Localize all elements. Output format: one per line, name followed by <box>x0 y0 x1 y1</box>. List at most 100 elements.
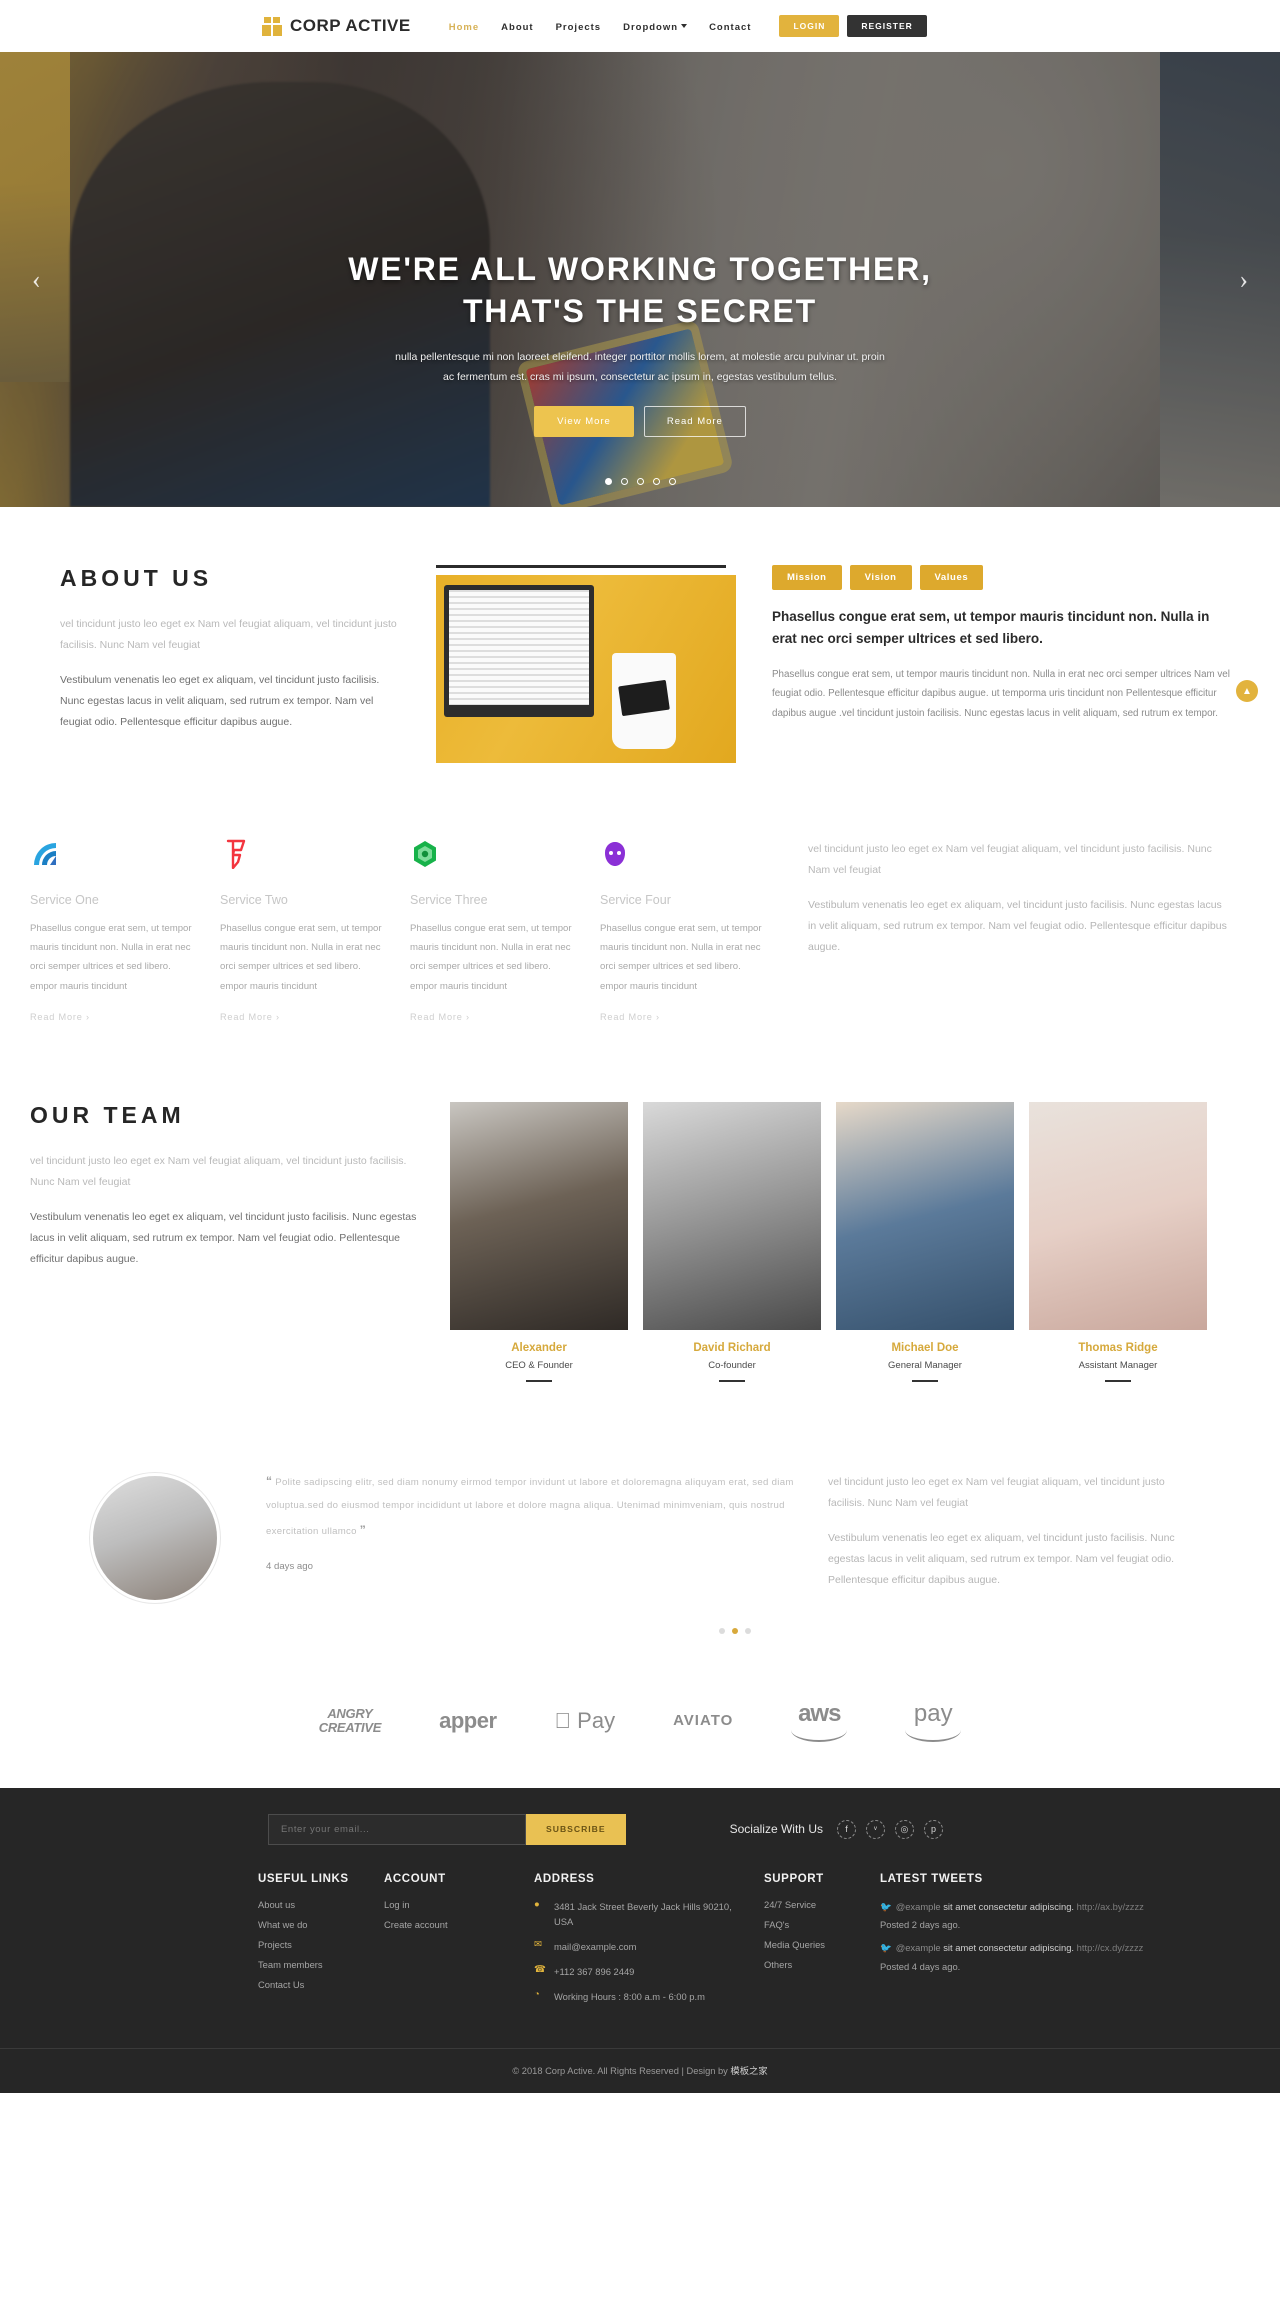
tweet-link[interactable]: http://cx.dy/zzzz <box>1077 1942 1144 1953</box>
facebook-icon[interactable]: f <box>836 1819 856 1839</box>
quote-close-icon: ” <box>359 1523 367 1538</box>
aws-wordmark: aws <box>786 1699 841 1727</box>
slider-dot-2[interactable] <box>620 478 628 485</box>
logo-aviato: AVIATO <box>661 1712 732 1730</box>
login-button[interactable]: LOGIN <box>779 15 840 37</box>
footer-link-24-7-service[interactable]: 24/7 Service <box>764 1899 862 1910</box>
nav-item-about[interactable]: About <box>501 17 533 35</box>
team-member-card[interactable]: Michael Doe General Manager <box>836 1101 1014 1382</box>
footer-link-media-queries[interactable]: Media Queries <box>764 1939 862 1950</box>
instagram-icon[interactable]: ◎ <box>894 1819 914 1839</box>
nav-link-dropdown[interactable]: Dropdown <box>623 22 678 33</box>
tab-mission[interactable]: Mission <box>772 565 842 590</box>
footer-link-contact-us[interactable]: Contact Us <box>258 1979 366 1990</box>
newsletter-email-input[interactable] <box>268 1813 526 1845</box>
pinterest-icon[interactable]: p <box>923 1819 943 1839</box>
nav-link-contact[interactable]: Contact <box>709 22 751 33</box>
address-email-row[interactable]: ✉ mail@example.com <box>534 1939 746 1954</box>
team-paragraph: Vestibulum venenatis leo eget ex aliquam… <box>30 1210 417 1265</box>
address-phone-text[interactable]: +112 367 896 2449 <box>554 1964 634 1979</box>
purple-blob-icon <box>600 839 630 869</box>
footer-link-others[interactable]: Others <box>764 1959 862 1970</box>
tweet-line: 🐦 @example sit amet consectetur adipiscin… <box>880 1899 1162 1915</box>
footer-link-what-we-do[interactable]: What we do <box>258 1919 366 1930</box>
footer-link-projects[interactable]: Projects <box>258 1939 366 1950</box>
register-button[interactable]: REGISTER <box>847 15 927 37</box>
team-member-card[interactable]: Alexander CEO & Founder <box>450 1101 628 1382</box>
scroll-to-top-button[interactable]: ▲ <box>1236 680 1258 702</box>
angry-creative-line1: ANGRY <box>327 1706 373 1722</box>
angry-creative-line2: CREATIVE <box>318 1719 382 1735</box>
laptop-graphic <box>444 585 594 717</box>
slider-dot-1[interactable] <box>604 478 612 485</box>
footer-column-address: ADDRESS ● 3481 Jack Street Beverly Jack … <box>534 1873 764 2014</box>
team-member-role: CEO & Founder <box>505 1359 573 1371</box>
slider-dot-4[interactable] <box>652 478 660 485</box>
testimonial-aside-text: Vestibulum venenatis leo eget ex aliquam… <box>828 1531 1175 1586</box>
tab-values[interactable]: Values <box>919 565 984 590</box>
slider-prev-arrow[interactable]: ‹ <box>32 265 41 295</box>
footer-heading-latest-tweets: LATEST TWEETS <box>880 1872 983 1885</box>
footer-link-about-us[interactable]: About us <box>258 1899 366 1910</box>
nav-item-dropdown[interactable]: Dropdown <box>623 17 688 35</box>
footer-column-account: ACCOUNT Log in Create account <box>384 1873 534 2014</box>
tab-vision[interactable]: Vision <box>849 565 912 590</box>
page-root: CORP ACTIVE Home About Projects Dropdown… <box>0 0 1280 2093</box>
about-image-block <box>436 565 746 763</box>
team-member-name: Alexander <box>511 1341 567 1354</box>
service-card-4: Service Four Phasellus congue erat sem, … <box>600 839 790 1022</box>
service-read-more-1[interactable]: Read More › <box>30 1012 198 1022</box>
testimonials-section: “ Polite sadipscing elitr, sed diam nonu… <box>0 1428 1280 1664</box>
team-member-card[interactable]: David Richard Co-founder <box>643 1101 821 1382</box>
service-name-4: Service Four <box>600 893 671 907</box>
service-read-more-3[interactable]: Read More › <box>410 1012 578 1022</box>
slider-dot-5[interactable] <box>668 478 676 485</box>
team-member-role: General Manager <box>888 1359 962 1371</box>
nav-link-home[interactable]: Home <box>449 22 479 33</box>
twitter-icon[interactable]: ᵛ <box>865 1819 885 1839</box>
nav-item-home[interactable]: Home <box>449 17 479 35</box>
team-member-card[interactable]: Thomas Ridge Assistant Manager <box>1029 1101 1207 1382</box>
footer-link-create-account[interactable]: Create account <box>384 1919 516 1930</box>
footer-link-login[interactable]: Log in <box>384 1899 516 1910</box>
about-image-accent-line <box>436 565 726 568</box>
aws-swoosh-icon <box>791 1730 848 1742</box>
nav-link-projects[interactable]: Projects <box>556 22 602 33</box>
socialize-label: Socialize With Us <box>729 1822 823 1837</box>
testimonial-quote-line: “ Polite sadipscing elitr, sed diam nonu… <box>266 1468 810 1545</box>
footer-column-latest-tweets: LATEST TWEETS 🐦 @example sit amet consect… <box>880 1873 1180 2014</box>
hero-buttons: View More Read More <box>0 406 1280 438</box>
chevron-down-icon <box>681 23 688 28</box>
team-member-name: Thomas Ridge <box>1078 1341 1158 1354</box>
slider-next-arrow[interactable]: › <box>1239 265 1248 295</box>
testimonial-dot-1[interactable] <box>719 1627 725 1634</box>
services-aside-muted: vel tincidunt justo leo eget ex Nam vel … <box>808 843 1212 876</box>
tweet-link[interactable]: http://ax.by/zzzz <box>1077 1901 1144 1912</box>
tweet-handle[interactable]: @example <box>896 1901 941 1912</box>
footer-link-team-members[interactable]: Team members <box>258 1959 366 1970</box>
service-read-more-4[interactable]: Read More › <box>600 1012 768 1022</box>
service-read-more-2[interactable]: Read More › <box>220 1012 388 1022</box>
team-member-photo <box>643 1101 821 1330</box>
subscribe-button[interactable]: SUBSCRIBE <box>526 1813 626 1845</box>
testimonial-dot-3[interactable] <box>745 1627 751 1634</box>
tweet-handle[interactable]: @example <box>896 1942 941 1953</box>
address-phone-row[interactable]: ☎ +112 367 896 2449 <box>534 1964 746 1979</box>
tweet-item: 🐦 @example sit amet consectetur adipiscin… <box>880 1940 1162 1971</box>
nav-item-contact[interactable]: Contact <box>709 17 751 35</box>
service-name-3: Service Three <box>410 893 488 907</box>
logo-blocks-icon <box>262 16 282 36</box>
hero-subtitle-line-2: ac fermentum est. cras mi ipsum, consect… <box>443 371 837 384</box>
nav-item-projects[interactable]: Projects <box>556 17 602 35</box>
hero-read-more-button[interactable]: Read More <box>643 406 746 438</box>
green-hexagon-icon <box>410 839 440 869</box>
address-email-text[interactable]: mail@example.com <box>554 1939 636 1954</box>
hero-title-line-2: THAT'S THE SECRET <box>462 293 818 330</box>
nav-link-about[interactable]: About <box>501 22 533 33</box>
slider-dot-3[interactable] <box>636 478 644 485</box>
site-logo[interactable]: CORP ACTIVE <box>262 16 411 36</box>
testimonial-dot-2[interactable] <box>732 1627 738 1634</box>
team-heading: OUR TEAM <box>30 1101 185 1128</box>
footer-link-faqs[interactable]: FAQ's <box>764 1919 862 1930</box>
hero-view-more-button[interactable]: View More <box>534 406 634 438</box>
